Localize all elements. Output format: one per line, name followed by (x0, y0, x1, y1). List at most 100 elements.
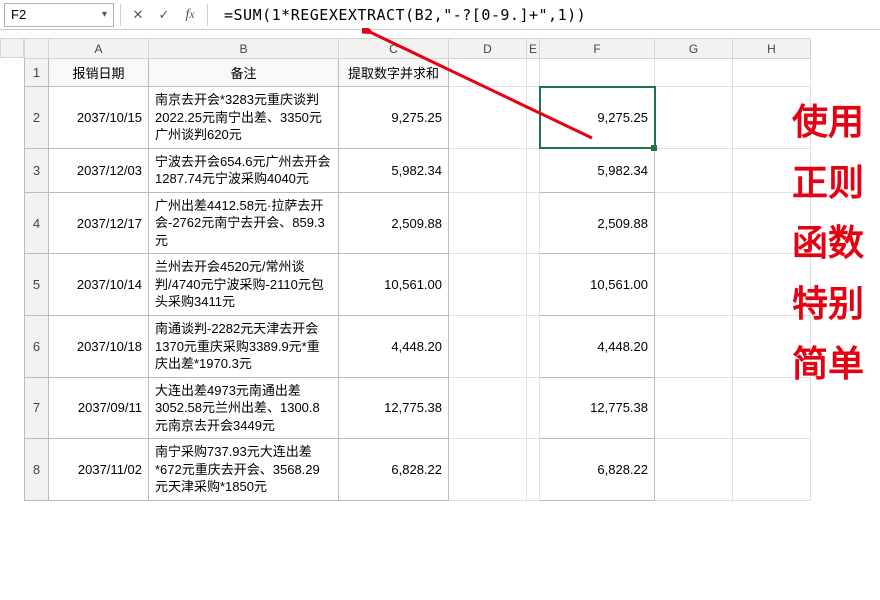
spreadsheet-grid: A B C D E F G H 1 报销日期 备注 提取数字并求和 22037/… (0, 38, 880, 501)
table-header-row: 1 报销日期 备注 提取数字并求和 (25, 59, 811, 87)
chevron-down-icon[interactable]: ▾ (102, 9, 107, 20)
formula-input[interactable]: =SUM(1*REGEXEXTRACT(B2,"-?[0-9.]+",1)) (214, 6, 880, 24)
cell[interactable] (655, 59, 733, 87)
row-header-spacer (25, 39, 49, 59)
column-header-row: A B C D E F G H (25, 39, 811, 59)
cell[interactable] (527, 192, 540, 254)
cell[interactable] (449, 59, 527, 87)
cell-date[interactable]: 2037/12/17 (49, 192, 149, 254)
cell[interactable] (733, 192, 811, 254)
cell[interactable] (449, 316, 527, 378)
cell[interactable] (527, 254, 540, 316)
cancel-formula-button[interactable]: ✕ (127, 4, 149, 26)
cell-sum[interactable]: 9,275.25 (339, 87, 449, 149)
formula-buttons: ✕ ✓ fx (127, 4, 201, 26)
table-row: 42037/12/17广州出差4412.58元·拉萨去开会-2762元南宁去开会… (25, 192, 811, 254)
row-header[interactable]: 5 (25, 254, 49, 316)
col-header[interactable]: E (527, 39, 540, 59)
cell-result[interactable]: 5,982.34 (540, 148, 655, 192)
row-header[interactable]: 7 (25, 377, 49, 439)
cell[interactable] (655, 316, 733, 378)
col-header[interactable]: H (733, 39, 811, 59)
header-cell[interactable]: 备注 (149, 59, 339, 87)
select-all-corner[interactable] (0, 38, 24, 58)
cell[interactable] (449, 439, 527, 501)
cell-sum[interactable]: 5,982.34 (339, 148, 449, 192)
cell-date[interactable]: 2037/10/18 (49, 316, 149, 378)
header-cell[interactable]: 提取数字并求和 (339, 59, 449, 87)
cell[interactable] (655, 254, 733, 316)
grid-table: A B C D E F G H 1 报销日期 备注 提取数字并求和 22037/… (24, 38, 811, 501)
cell[interactable] (527, 377, 540, 439)
divider (207, 4, 208, 26)
col-header[interactable]: B (149, 39, 339, 59)
cell[interactable] (449, 254, 527, 316)
table-row: 52037/10/14兰州去开会4520元/常州谈判/4740元宁波采购-211… (25, 254, 811, 316)
cell[interactable] (655, 87, 733, 149)
table-row: 22037/10/15南京去开会*3283元重庆谈判2022.25元南宁出差、3… (25, 87, 811, 149)
row-header[interactable]: 6 (25, 316, 49, 378)
cell-result[interactable]: 2,509.88 (540, 192, 655, 254)
table-row: 62037/10/18南通谈判-2282元天津去开会1370元重庆采购3389.… (25, 316, 811, 378)
col-header[interactable]: F (540, 39, 655, 59)
cell[interactable] (733, 439, 811, 501)
cell-result[interactable]: 10,561.00 (540, 254, 655, 316)
cell[interactable] (527, 148, 540, 192)
cell-date[interactable]: 2037/12/03 (49, 148, 149, 192)
cell[interactable] (655, 148, 733, 192)
row-header[interactable]: 1 (25, 59, 49, 87)
cell[interactable] (655, 377, 733, 439)
col-header[interactable]: D (449, 39, 527, 59)
cell[interactable] (449, 192, 527, 254)
cell-sum[interactable]: 4,448.20 (339, 316, 449, 378)
col-header[interactable]: A (49, 39, 149, 59)
table-row: 82037/11/02南宁采购737.93元大连出差*672元重庆去开会、356… (25, 439, 811, 501)
cell[interactable] (655, 192, 733, 254)
name-box-text: F2 (11, 7, 26, 22)
cell[interactable] (449, 377, 527, 439)
cell-date[interactable]: 2037/11/02 (49, 439, 149, 501)
cell-note[interactable]: 大连出差4973元南通出差3052.58元兰州出差、1300.8元南京去开会34… (149, 377, 339, 439)
cell[interactable] (733, 377, 811, 439)
cell[interactable] (733, 87, 811, 149)
row-header[interactable]: 3 (25, 148, 49, 192)
cell[interactable] (540, 59, 655, 87)
cell[interactable] (527, 59, 540, 87)
cell-result[interactable]: 6,828.22 (540, 439, 655, 501)
header-cell[interactable]: 报销日期 (49, 59, 149, 87)
cell-note[interactable]: 南通谈判-2282元天津去开会1370元重庆采购3389.9元*重庆出差*197… (149, 316, 339, 378)
col-header[interactable]: G (655, 39, 733, 59)
cell-note[interactable]: 宁波去开会654.6元广州去开会1287.74元宁波采购4040元 (149, 148, 339, 192)
cell-sum[interactable]: 10,561.00 (339, 254, 449, 316)
cell[interactable] (733, 254, 811, 316)
fx-icon[interactable]: fx (179, 4, 201, 26)
cell-note[interactable]: 南京去开会*3283元重庆谈判2022.25元南宁出差、3350元广州谈判620… (149, 87, 339, 149)
cell-sum[interactable]: 6,828.22 (339, 439, 449, 501)
cell[interactable] (449, 148, 527, 192)
cell-note[interactable]: 兰州去开会4520元/常州谈判/4740元宁波采购-2110元包头采购3411元 (149, 254, 339, 316)
cell[interactable] (527, 87, 540, 149)
cell[interactable] (527, 316, 540, 378)
cell-note[interactable]: 南宁采购737.93元大连出差*672元重庆去开会、3568.29元天津采购*1… (149, 439, 339, 501)
cell-date[interactable]: 2037/09/11 (49, 377, 149, 439)
cell[interactable] (733, 59, 811, 87)
cell[interactable] (449, 87, 527, 149)
cell[interactable] (733, 316, 811, 378)
cell-date[interactable]: 2037/10/15 (49, 87, 149, 149)
name-box[interactable]: F2 ▾ (4, 3, 114, 27)
accept-formula-button[interactable]: ✓ (153, 4, 175, 26)
cell-sum[interactable]: 12,775.38 (339, 377, 449, 439)
cell[interactable] (733, 148, 811, 192)
cell[interactable] (655, 439, 733, 501)
row-header[interactable]: 8 (25, 439, 49, 501)
cell-note[interactable]: 广州出差4412.58元·拉萨去开会-2762元南宁去开会、859.3元 (149, 192, 339, 254)
cell-result[interactable]: 9,275.25 (540, 87, 655, 149)
cell-result[interactable]: 12,775.38 (540, 377, 655, 439)
cell-date[interactable]: 2037/10/14 (49, 254, 149, 316)
cell-sum[interactable]: 2,509.88 (339, 192, 449, 254)
col-header[interactable]: C (339, 39, 449, 59)
cell-result[interactable]: 4,448.20 (540, 316, 655, 378)
row-header[interactable]: 2 (25, 87, 49, 149)
row-header[interactable]: 4 (25, 192, 49, 254)
cell[interactable] (527, 439, 540, 501)
